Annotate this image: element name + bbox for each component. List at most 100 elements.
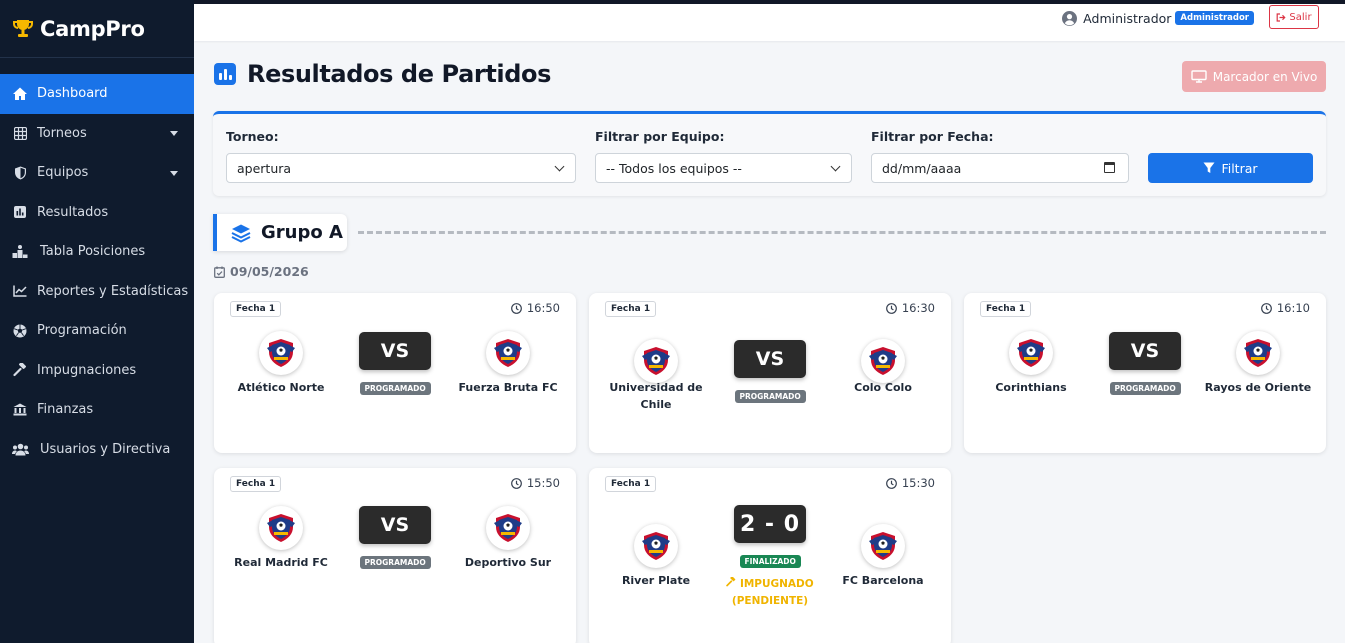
sidebar-item-label: Dashboard: [37, 86, 108, 102]
trophy-icon: [10, 16, 36, 42]
match-time-text: 15:30: [901, 476, 935, 490]
sidebar-item-reportes[interactable]: Reportes y Estadísticas: [0, 272, 194, 312]
soccer-ball-icon: [11, 322, 29, 340]
home-team-name: Corinthians: [995, 381, 1067, 394]
score-box: VS: [359, 506, 431, 544]
layers-icon: [231, 224, 251, 242]
sidebar-item-label: Programación: [37, 323, 127, 339]
home-team[interactable]: Corinthians: [971, 331, 1091, 396]
sidebar-item-resultados[interactable]: Resultados: [0, 193, 194, 233]
status-badge: PROGRAMADO: [359, 556, 431, 569]
sidebar-item-programacion[interactable]: Programación: [0, 311, 194, 351]
clock-icon: [1260, 302, 1272, 314]
sidebar-item-tabla-posiciones[interactable]: Tabla Posiciones: [0, 232, 194, 272]
sidebar-item-label: Usuarios y Directiva: [40, 441, 171, 457]
protest-status: IMPUGNADO (PENDIENTE): [710, 576, 830, 610]
user-name: Administrador: [1083, 10, 1172, 26]
team-crest-icon: [486, 506, 530, 550]
status-badge: PROGRAMADO: [734, 390, 806, 403]
calendar-check-icon: [214, 266, 225, 278]
away-team-name: Deportivo Sur: [464, 556, 552, 569]
sidebar-item-dashboard[interactable]: Dashboard: [0, 74, 194, 114]
away-team[interactable]: Fuerza Bruta FC: [448, 331, 568, 396]
sidebar-item-torneos[interactable]: Torneos: [0, 114, 194, 154]
match-time: 16:30: [885, 301, 935, 315]
funnel-icon: [1203, 162, 1215, 173]
match-card[interactable]: Fecha 1 16:50 Atlético Norte VS PROGRAMADO Fu…: [214, 293, 576, 453]
away-team[interactable]: Colo Colo: [823, 339, 943, 396]
match-card[interactable]: Fecha 1 16:30 Universidad de Chile VS PROGRA…: [589, 293, 951, 453]
team-select[interactable]: -- Todos los equipos --: [595, 153, 852, 183]
sidebar-item-impugnaciones[interactable]: Impugnaciones: [0, 351, 194, 391]
score-box: VS: [359, 332, 431, 370]
user-menu[interactable]: Administrador Administrador: [1062, 9, 1254, 27]
tournament-select[interactable]: apertura: [226, 153, 576, 183]
monitor-icon: [1191, 70, 1207, 83]
score-box: 2 - 0: [734, 505, 806, 543]
team-crest-icon: [861, 524, 905, 568]
user-circle-icon: [1062, 10, 1078, 26]
home-team-name: River Plate: [621, 574, 691, 587]
logout-button[interactable]: Salir: [1269, 5, 1319, 29]
team-label: Filtrar por Equipo:: [595, 129, 725, 144]
match-date: 09/05/2026: [214, 264, 309, 279]
team-crest-icon: [259, 506, 303, 550]
sidebar-item-label: Impugnaciones: [37, 362, 137, 378]
sidebar-item-usuarios[interactable]: Usuarios y Directiva: [0, 430, 194, 470]
sidebar-item-label: Equipos: [37, 165, 89, 181]
page-title: Resultados de Partidos: [247, 60, 551, 88]
away-team-name: Fuerza Bruta FC: [458, 381, 558, 394]
match-card[interactable]: Fecha 1 16:10 Corinthians VS PROGRAMADO Rayos…: [964, 293, 1326, 453]
date-label: Filtrar por Fecha:: [871, 129, 994, 144]
home-team-name: Atlético Norte: [237, 381, 325, 394]
caret-down-icon[interactable]: [170, 131, 178, 137]
shield-icon: [11, 164, 29, 182]
away-team-name: FC Barcelona: [842, 574, 924, 587]
filter-button[interactable]: Filtrar: [1148, 153, 1313, 183]
team-crest-icon: [259, 331, 303, 375]
logout-label: Salir: [1289, 11, 1312, 23]
away-team[interactable]: Deportivo Sur: [448, 506, 568, 571]
match-time-text: 16:50: [526, 301, 560, 315]
home-team[interactable]: Atlético Norte: [221, 331, 341, 396]
match-time-text: 15:50: [526, 476, 560, 490]
building-icon: [11, 401, 29, 419]
bar-chart-icon: [214, 63, 236, 85]
group-divider: [358, 231, 1326, 234]
brand[interactable]: CampPro: [0, 0, 194, 58]
tournament-value: apertura: [237, 160, 292, 176]
calendar-icon[interactable]: [1104, 162, 1115, 173]
match-card[interactable]: Fecha 1 15:30 River Plate 2 - 0 FINALIZADO I…: [589, 468, 951, 643]
match-time: 15:50: [510, 476, 560, 490]
match-card[interactable]: Fecha 1 15:50 Real Madrid FC VS PROGRAMADO De…: [214, 468, 576, 643]
users-icon: [11, 440, 29, 458]
round-badge: Fecha 1: [980, 301, 1032, 317]
team-value: -- Todos los equipos --: [606, 160, 742, 176]
home-team[interactable]: Real Madrid FC: [221, 506, 341, 571]
away-team[interactable]: Rayos de Oriente: [1198, 331, 1318, 396]
date-input[interactable]: dd/mm/aaaa: [871, 153, 1129, 183]
home-team[interactable]: Universidad de Chile: [596, 339, 716, 413]
live-scoreboard-button[interactable]: Marcador en Vivo: [1182, 61, 1326, 92]
status-badge: PROGRAMADO: [359, 382, 431, 395]
team-crest-icon: [1009, 331, 1053, 375]
sidebar-item-equipos[interactable]: Equipos: [0, 153, 194, 193]
gavel-icon: [11, 361, 29, 379]
sidebar-item-label: Tabla Posiciones: [40, 244, 146, 260]
clock-icon: [885, 302, 897, 314]
round-badge: Fecha 1: [605, 476, 657, 492]
home-icon: [11, 85, 29, 103]
team-crest-icon: [634, 339, 678, 383]
caret-down-icon[interactable]: [170, 170, 178, 176]
page-header: Resultados de Partidos: [214, 60, 551, 88]
sidebar-item-finanzas[interactable]: Finanzas: [0, 390, 194, 430]
home-team[interactable]: River Plate: [596, 524, 716, 589]
round-badge: Fecha 1: [605, 301, 657, 317]
away-team[interactable]: FC Barcelona: [823, 524, 943, 589]
app-name: CampPro: [40, 16, 145, 41]
round-badge: Fecha 1: [230, 476, 282, 492]
group-header: Grupo A: [213, 214, 347, 251]
protest-text: IMPUGNADO (PENDIENTE): [731, 578, 814, 607]
home-team-name: Universidad de Chile: [609, 381, 703, 411]
filters-panel: Torneo: apertura Filtrar por Equipo: -- …: [213, 111, 1326, 196]
